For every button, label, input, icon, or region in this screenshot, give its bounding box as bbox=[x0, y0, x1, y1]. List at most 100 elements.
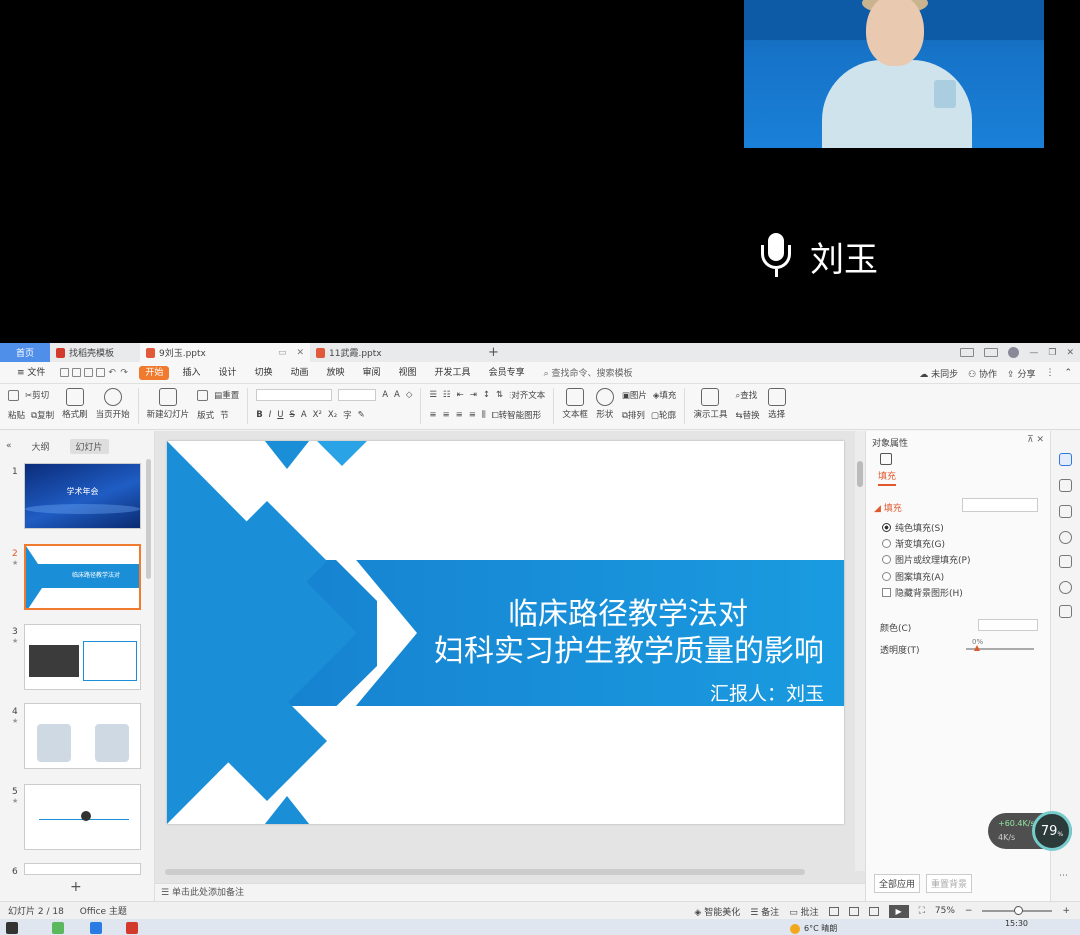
menu-item-8[interactable]: 开发工具 bbox=[426, 362, 480, 384]
text-direction-icon[interactable]: ⇅ bbox=[496, 390, 503, 400]
font-shrink-icon[interactable]: A bbox=[394, 390, 400, 400]
preview-icon[interactable] bbox=[96, 368, 106, 377]
participant-video[interactable] bbox=[744, 0, 1044, 148]
normal-view-icon[interactable] bbox=[828, 906, 839, 916]
smart-shape-button[interactable]: ⧠转智能图形 bbox=[492, 409, 541, 421]
comment-toggle[interactable]: ▭ 批注 bbox=[789, 905, 818, 918]
menu-item-5[interactable]: 放映 bbox=[318, 362, 354, 384]
help-icon[interactable] bbox=[1059, 531, 1072, 544]
notes-toggle[interactable]: ☰ 备注 bbox=[750, 905, 779, 918]
reset-button[interactable]: ▤重置 bbox=[214, 389, 239, 401]
slider-knob[interactable] bbox=[974, 645, 980, 651]
transparency-slider[interactable] bbox=[966, 645, 1034, 651]
app-browser-icon[interactable] bbox=[90, 922, 102, 934]
slide-thumbnail-3[interactable] bbox=[24, 624, 141, 690]
share-icon[interactable] bbox=[1059, 605, 1072, 618]
hamburger-menu[interactable]: ≡ 文件 bbox=[8, 362, 54, 384]
option-pattern-fill[interactable]: 图案填充(A) bbox=[882, 570, 944, 583]
zoom-slider[interactable] bbox=[982, 906, 1053, 915]
menu-item-4[interactable]: 动画 bbox=[281, 362, 317, 384]
zoom-in-icon[interactable]: + bbox=[1062, 906, 1070, 916]
justify-icon[interactable]: ≡ bbox=[469, 410, 476, 420]
tab-home[interactable]: 首页 bbox=[0, 343, 50, 362]
props-title[interactable]: 对象属性 bbox=[872, 436, 908, 449]
clock[interactable]: 15:30 bbox=[1005, 919, 1028, 928]
slide-transition-icon[interactable] bbox=[1059, 505, 1072, 518]
font-grow-icon[interactable]: A bbox=[382, 390, 388, 400]
font-family-select[interactable] bbox=[256, 389, 333, 401]
copy-button[interactable]: ⧉复制 bbox=[31, 409, 54, 421]
avatar[interactable] bbox=[1008, 347, 1020, 358]
fill-type-dropdown[interactable] bbox=[962, 498, 1038, 512]
weather-widget[interactable]: 6°C 晴朗 bbox=[790, 923, 837, 934]
tab-file-9[interactable]: 9刘玉.pptx ▭ ✕ bbox=[140, 343, 310, 362]
pin-icon[interactable]: ▭ bbox=[278, 348, 287, 358]
align-left-icon[interactable]: ≡ bbox=[429, 410, 436, 420]
option-gradient-fill[interactable]: 渐变填充(G) bbox=[882, 537, 945, 550]
font-color-icon[interactable]: A bbox=[301, 410, 307, 420]
replace-button[interactable]: ⇆替换 bbox=[735, 409, 759, 421]
highlight-icon[interactable]: ✎ bbox=[358, 410, 365, 420]
new-tab-button[interactable]: + bbox=[488, 345, 499, 360]
layout-icon[interactable] bbox=[960, 348, 975, 357]
slide-thumbnail-2[interactable]: 临床路径教学法对 bbox=[24, 544, 141, 610]
start-icon[interactable] bbox=[6, 922, 18, 934]
location-icon[interactable] bbox=[1059, 581, 1072, 594]
backup-icon[interactable] bbox=[1059, 555, 1072, 568]
paste-button[interactable]: 粘贴 bbox=[8, 409, 25, 421]
fit-window-icon[interactable]: ⛶ bbox=[919, 906, 925, 916]
outline-button[interactable]: ▢轮廓 bbox=[651, 409, 676, 421]
command-search[interactable]: ⌕ 查找命令、搜索模板 bbox=[534, 366, 633, 379]
minimize-icon[interactable]: — bbox=[1029, 348, 1038, 358]
clear-format-icon[interactable]: ◇ bbox=[406, 390, 413, 400]
columns-icon[interactable]: ⫼ bbox=[482, 410, 486, 420]
presenter-tools-button[interactable]: 演示工具 bbox=[693, 388, 727, 420]
menu-item-1[interactable]: 插入 bbox=[173, 362, 209, 384]
animation-icon[interactable] bbox=[1059, 479, 1072, 492]
slide-thumbnail-6[interactable] bbox=[24, 863, 141, 875]
superscript-icon[interactable]: X² bbox=[313, 410, 322, 420]
properties-icon[interactable] bbox=[1059, 453, 1072, 466]
memory-usage-ring[interactable]: 79% bbox=[1032, 811, 1072, 851]
pin-icon[interactable]: ⊼ bbox=[1027, 435, 1034, 445]
theme-name[interactable]: Office 主题 bbox=[80, 904, 127, 917]
tab-outline[interactable]: 大纲 bbox=[26, 439, 56, 454]
align-right-icon[interactable]: ≡ bbox=[456, 410, 463, 420]
share-button[interactable]: ⇪ 分享 bbox=[1007, 367, 1035, 380]
add-slide-button[interactable]: + bbox=[70, 879, 82, 895]
layout-icon[interactable] bbox=[197, 389, 209, 401]
color-picker[interactable] bbox=[978, 619, 1038, 631]
close-tab-icon[interactable]: ✕ bbox=[296, 348, 304, 358]
menu-item-7[interactable]: 视图 bbox=[390, 362, 426, 384]
notes-pane[interactable]: ☰ 单击此处添加备注 bbox=[155, 883, 865, 901]
fill-section-header[interactable]: ◢ 填充 bbox=[874, 501, 902, 514]
tab-template[interactable]: 找稻壳模板 bbox=[50, 343, 140, 362]
smart-beautify-button[interactable]: ◈ 智能美化 bbox=[694, 905, 740, 918]
sorter-view-icon[interactable] bbox=[848, 906, 859, 916]
slideshow-play-icon[interactable]: ▶ bbox=[888, 904, 909, 918]
line-spacing-icon[interactable]: ↕ bbox=[483, 390, 490, 400]
zoom-slider-knob[interactable] bbox=[1014, 906, 1024, 915]
numbering-icon[interactable]: ☷ bbox=[443, 390, 451, 400]
more-icon[interactable]: ⋮ bbox=[1045, 368, 1054, 378]
strikethrough-button[interactable]: S bbox=[289, 410, 294, 420]
shape-button[interactable]: 形状 bbox=[595, 388, 614, 420]
fill-button[interactable]: ◈填充 bbox=[653, 389, 677, 401]
italic-button[interactable]: I bbox=[269, 410, 272, 420]
menu-item-9[interactable]: 会员专享 bbox=[480, 362, 534, 384]
char-spacing-icon[interactable]: 字 bbox=[343, 409, 352, 421]
tab-file-11[interactable]: 11武霞.pptx bbox=[310, 343, 480, 362]
current-slide[interactable]: 临床路径教学法对 妇科实习护生教学质量的影响 汇报人：刘玉 bbox=[167, 441, 844, 824]
menu-item-3[interactable]: 切换 bbox=[245, 362, 281, 384]
new-slide-button[interactable]: 新建幻灯片 bbox=[147, 388, 189, 420]
more-icon[interactable]: ⋯ bbox=[1059, 871, 1068, 881]
zoom-out-icon[interactable]: − bbox=[965, 906, 973, 916]
paste-icon[interactable] bbox=[8, 389, 19, 401]
slide-thumbnail-4[interactable] bbox=[24, 703, 141, 769]
grid-icon[interactable] bbox=[984, 348, 999, 357]
redo-icon[interactable]: ↷ bbox=[120, 368, 129, 378]
slide-reporter[interactable]: 汇报人：刘玉 bbox=[710, 679, 824, 706]
apply-all-button[interactable]: 全部应用 bbox=[874, 874, 921, 893]
align-text-button[interactable]: ⫶对齐文本 bbox=[509, 389, 545, 401]
close-icon[interactable]: ✕ bbox=[1036, 435, 1044, 445]
